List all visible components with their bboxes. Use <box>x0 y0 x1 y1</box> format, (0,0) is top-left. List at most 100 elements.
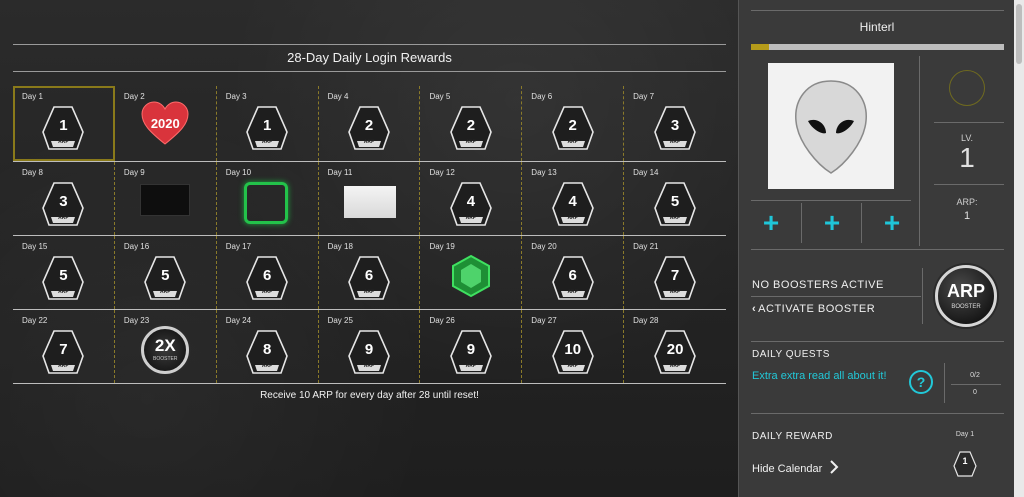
day-cell-5[interactable]: Day 5 2 ARP <box>420 86 523 161</box>
arp-reward-tag: ARP <box>58 139 69 145</box>
day-cell-13[interactable]: Day 13 4 ARP <box>522 162 625 235</box>
day-cell-6[interactable]: Day 6 2 ARP <box>522 86 625 161</box>
arp-value: 1 <box>963 210 971 222</box>
day-label: Day 17 <box>225 242 252 251</box>
arp-reward-value: 2 <box>568 117 577 134</box>
day-label: Day 27 <box>531 316 557 325</box>
day-cell-28[interactable]: Day 28 20 ARP <box>624 310 726 383</box>
day-cell-26[interactable]: Day 26 9 ARP <box>420 310 523 383</box>
day-cell-3[interactable]: Day 3 1 ARP <box>217 86 319 161</box>
arp-reward-tag: ARP <box>567 363 578 369</box>
day-cell-25[interactable]: Day 25 9 ARP <box>319 310 421 383</box>
arp-reward-tag: ARP <box>465 139 477 145</box>
arp-label: ARP: <box>956 197 978 207</box>
chevron-right-icon <box>830 460 839 474</box>
arp-reward-tile: 2 ARP <box>449 104 493 152</box>
alien-head-icon <box>795 80 867 174</box>
arp-reward-tag: ARP <box>363 139 375 145</box>
day-cell-16[interactable]: Day 16 5 ARP <box>115 236 217 309</box>
wallpaper-thumbnail-dark <box>139 184 190 216</box>
day-cell-8[interactable]: Day 8 3 ARP <box>13 162 115 235</box>
day-label: Day 28 <box>633 316 659 325</box>
avatar[interactable] <box>768 63 894 189</box>
day-cell-18[interactable]: Day 18 6 ARP <box>319 236 421 309</box>
booster-badge-sub: BOOSTER <box>153 356 178 362</box>
arp-reward-value: 5 <box>161 267 170 284</box>
day-label: Day 6 <box>531 92 553 101</box>
arp-reward-tile: 2 ARP <box>551 104 595 152</box>
arp-reward-tag: ARP <box>465 215 477 221</box>
day-cell-7[interactable]: Day 7 3 ARP <box>624 86 726 161</box>
calendar-area: 28-Day Daily Login Rewards Day 1 1 ARP Day … <box>0 0 738 497</box>
day-cell-24[interactable]: Day 24 8 ARP <box>217 310 319 383</box>
rank-ring-icon <box>949 70 985 106</box>
day-cell-17[interactable]: Day 17 6 ARP <box>217 236 319 309</box>
arp-reward-tile: 5 ARP <box>41 254 85 302</box>
arp-reward-tile: 20 ARP <box>653 328 697 376</box>
day-cell-19[interactable]: Day 19 <box>420 236 523 309</box>
arp-reward-value: 2 <box>466 117 476 134</box>
day-label: Day 19 <box>429 242 455 251</box>
activate-booster-link[interactable]: ‹ ACTIVATE BOOSTER <box>752 303 875 315</box>
add-slot-2-button[interactable]: + <box>817 208 847 238</box>
title-bottom-divider <box>13 71 726 72</box>
day-label: Day 25 <box>327 316 353 325</box>
day-label: Day 14 <box>633 168 659 177</box>
daily-reward-day: Day 1 <box>955 431 975 438</box>
quest-divider <box>944 363 945 403</box>
arp-reward-value: 9 <box>364 341 374 358</box>
calendar-row: Day 22 7 ARP Day 23 2X BOOSTER Day 24 8 ARP Day 2… <box>13 310 726 384</box>
hide-calendar-label: Hide Calendar <box>752 463 823 475</box>
scrollbar[interactable] <box>1014 0 1024 497</box>
activate-booster-label: ACTIVATE BOOSTER <box>758 303 876 315</box>
day-label: Day 1 <box>22 92 43 101</box>
arp-reward-tile: 5 ARP <box>653 180 697 228</box>
booster-divider <box>922 268 923 324</box>
arp-reward-tile: 1 ARP <box>245 104 289 152</box>
scrollbar-thumb[interactable] <box>1016 4 1022 64</box>
arp-reward-tag: ARP <box>567 215 578 221</box>
arp-reward-tile: 7 ARP <box>41 328 85 376</box>
arp-reward-tile: 9 ARP <box>449 328 493 376</box>
quest-progress-divider <box>951 384 1001 385</box>
day-cell-21[interactable]: Day 21 7 ARP <box>624 236 726 309</box>
arp-booster-button-sub: BOOSTER <box>951 304 981 310</box>
day-cell-9[interactable]: Day 9 <box>115 162 217 235</box>
add-slot-1-button[interactable]: + <box>756 208 786 238</box>
green-frame-icon <box>243 182 288 224</box>
booster-badge-value: 2X <box>154 336 176 355</box>
calendar-row: Day 1 1 ARP Day 2 2020 Day 3 1 ARP Day 4 2 ARP Day … <box>13 86 726 162</box>
day-cell-27[interactable]: Day 27 10 ARP <box>522 310 625 383</box>
day-cell-11[interactable]: Day 11 <box>319 162 421 235</box>
day-cell-23[interactable]: Day 23 2X BOOSTER <box>115 310 217 383</box>
day-label: Day 18 <box>327 242 353 251</box>
day-cell-15[interactable]: Day 15 5 ARP <box>13 236 115 309</box>
day-cell-4[interactable]: Day 4 2 ARP <box>319 86 421 161</box>
day-cell-2[interactable]: Day 2 2020 <box>115 86 217 161</box>
arp-reward-value: 1 <box>262 117 272 134</box>
help-icon[interactable]: ? <box>909 370 933 394</box>
arp-reward-tag: ARP <box>363 289 375 295</box>
quest-link[interactable]: Extra extra read all about it! <box>752 368 887 384</box>
day-cell-14[interactable]: Day 14 5 ARP <box>624 162 726 235</box>
arp-booster-button[interactable]: ARP BOOSTER <box>935 265 997 327</box>
arp-reward-tile: 8 ARP <box>245 328 289 376</box>
daily-quests-title: DAILY QUESTS <box>752 349 830 360</box>
chevron-left-icon: ‹ <box>752 303 757 315</box>
heart-icon: 2020 <box>140 100 190 146</box>
add-slot-3-button[interactable]: + <box>877 208 907 238</box>
booster-status: NO BOOSTERS ACTIVE <box>752 279 884 291</box>
arp-reward-tag: ARP <box>669 363 681 369</box>
arp-reward-tag: ARP <box>567 139 578 145</box>
day-cell-12[interactable]: Day 12 4 ARP <box>420 162 523 235</box>
arp-reward-value: 10 <box>564 341 582 358</box>
day-cell-20[interactable]: Day 20 6 ARP <box>522 236 625 309</box>
heart-text: 2020 <box>150 116 180 131</box>
day-cell-10[interactable]: Day 10 <box>217 162 319 235</box>
arp-reward-tag: ARP <box>669 215 681 221</box>
arp-reward-value: 2 <box>364 117 374 134</box>
day-cell-1[interactable]: Day 1 1 ARP <box>13 86 115 161</box>
arp-reward-value: 20 <box>666 341 684 358</box>
day-cell-22[interactable]: Day 22 7 ARP <box>13 310 115 383</box>
hide-calendar-button[interactable]: Hide Calendar <box>752 460 839 475</box>
